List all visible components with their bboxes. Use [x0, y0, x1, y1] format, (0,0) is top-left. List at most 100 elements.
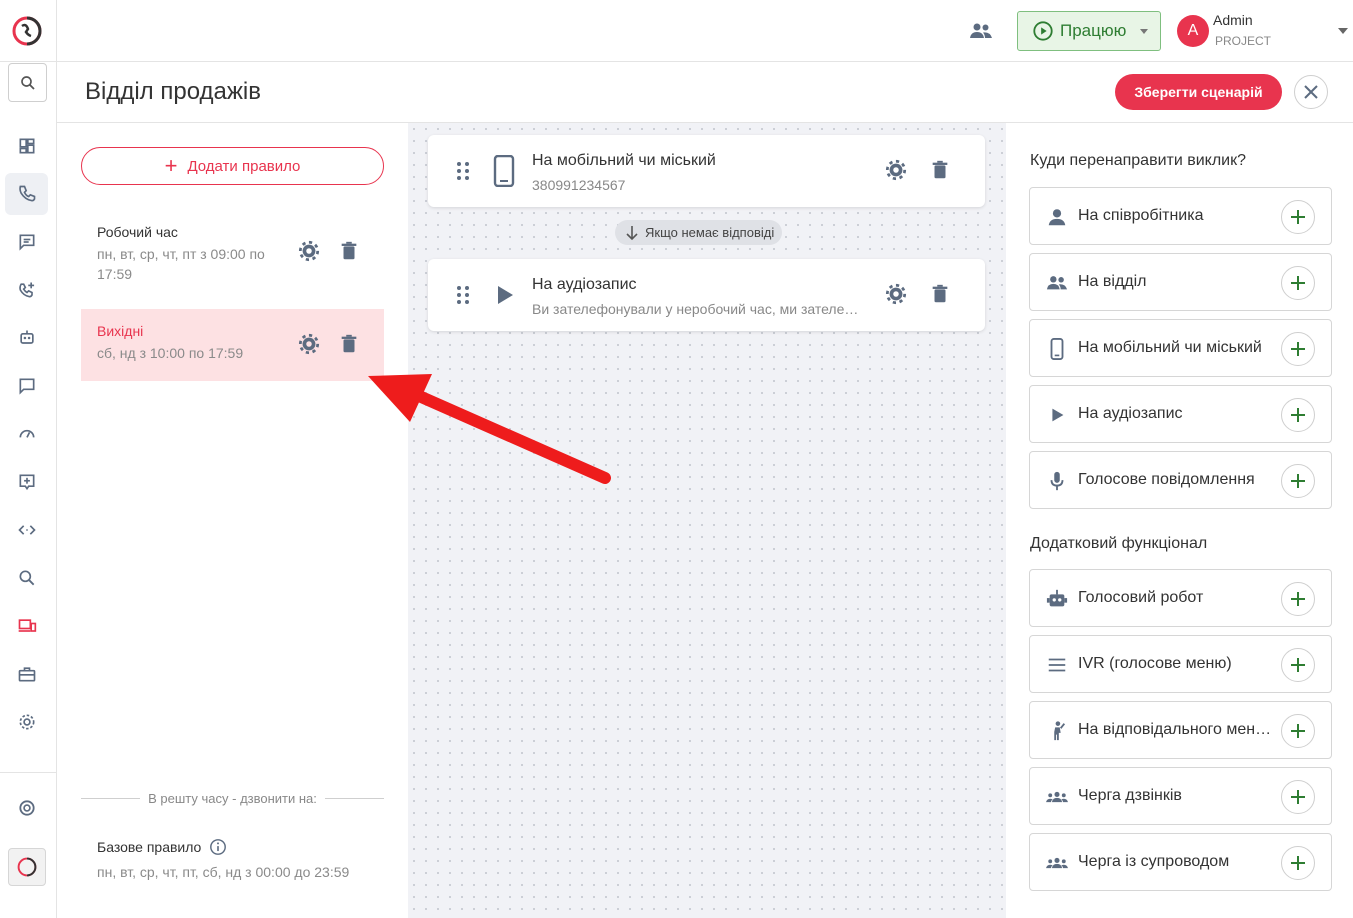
devices-icon — [18, 619, 36, 632]
user-menu-chevron-icon[interactable] — [1338, 28, 1348, 34]
target-label: Голосове повідомлення — [1078, 471, 1255, 488]
plus-icon — [1291, 276, 1305, 290]
add-target-button[interactable] — [1281, 398, 1315, 432]
nav-api[interactable] — [5, 509, 48, 551]
search-icon — [20, 75, 35, 90]
nav-divider — [0, 61, 57, 62]
rule-item-working-hours[interactable]: Робочий час пн, вт, ср, чт, пт з 09:00 п… — [81, 210, 384, 288]
avatar[interactable]: A — [1177, 15, 1209, 47]
extra-escorted-queue[interactable]: Черга із супроводом — [1029, 833, 1332, 891]
nav-messages[interactable] — [5, 365, 48, 407]
scenario-step-audio[interactable]: На аудіозапис Ви зателефонували у неробо… — [428, 259, 985, 331]
no-answer-connector: Якщо немає відповіді — [615, 220, 783, 245]
target-employee[interactable]: На співробітника — [1029, 187, 1332, 245]
nav-help[interactable] — [5, 787, 48, 829]
left-navigation — [0, 0, 57, 918]
app-logo[interactable] — [10, 14, 44, 48]
close-button[interactable] — [1294, 75, 1328, 109]
extra-responsible-manager[interactable]: На відповідального менеджера — [1029, 701, 1332, 759]
base-rule[interactable]: Базове правило пн, вт, ср, чт, пт, сб, н… — [97, 838, 349, 880]
nav-briefcase[interactable] — [5, 653, 48, 695]
scenario-canvas: На мобільний чи міський 380991234567 Якщ… — [408, 123, 1006, 918]
menu-icon — [1048, 658, 1066, 672]
dashboard-icon — [19, 138, 34, 154]
group-icon — [1046, 276, 1068, 290]
phone-icon — [18, 185, 35, 202]
scenario-step-mobile[interactable]: На мобільний чи міський 380991234567 — [428, 135, 985, 207]
gear-icon[interactable] — [885, 283, 907, 305]
status-dropdown[interactable]: Працюю — [1017, 11, 1161, 51]
target-audio[interactable]: На аудіозапис — [1029, 385, 1332, 443]
plus-icon — [1291, 790, 1305, 804]
trash-icon[interactable] — [338, 240, 360, 262]
extra-ivr[interactable]: IVR (голосове меню) — [1029, 635, 1332, 693]
save-scenario-button[interactable]: Зберегти сценарій — [1115, 74, 1282, 110]
info-icon[interactable] — [209, 838, 227, 856]
rest-time-divider: В решту часу - дзвонити на: — [81, 791, 385, 806]
add-target-button[interactable] — [1281, 266, 1315, 300]
target-mobile[interactable]: На мобільний чи міський — [1029, 319, 1332, 377]
add-target-button[interactable] — [1281, 464, 1315, 498]
mic-icon — [1050, 471, 1064, 491]
add-extra-button[interactable] — [1281, 780, 1315, 814]
nav-add-call[interactable] — [5, 269, 48, 311]
add-target-button[interactable] — [1281, 200, 1315, 234]
gear-icon[interactable] — [298, 240, 320, 262]
trash-icon[interactable] — [929, 159, 951, 181]
extra-voice-robot[interactable]: Голосовий робот — [1029, 569, 1332, 627]
extra-label: На відповідального менеджера — [1078, 721, 1274, 738]
nav-calls[interactable] — [5, 173, 48, 215]
nav-settings[interactable] — [5, 701, 48, 743]
plus-icon — [1291, 210, 1305, 224]
drag-handle-icon[interactable] — [456, 285, 470, 305]
nav-devices[interactable] — [5, 605, 48, 647]
step-subtitle: 380991234567 — [532, 177, 626, 193]
project-logo-button[interactable] — [8, 848, 46, 886]
add-target-button[interactable] — [1281, 332, 1315, 366]
nav-robot[interactable] — [5, 317, 48, 359]
nav-dashboard[interactable] — [5, 125, 48, 167]
robot-icon — [1046, 589, 1068, 607]
drag-handle-icon[interactable] — [456, 161, 470, 181]
queue-escort-icon — [1046, 857, 1068, 869]
top-bar: Працюю A Admin PROJECT — [57, 0, 1353, 62]
add-extra-button[interactable] — [1281, 648, 1315, 682]
plus-icon — [1291, 408, 1305, 422]
rule-name: Робочий час — [97, 224, 178, 240]
status-label: Працюю — [1060, 21, 1127, 40]
trash-icon[interactable] — [929, 283, 951, 305]
extra-call-queue[interactable]: Черга дзвінків — [1029, 767, 1332, 825]
chat-icon — [19, 234, 34, 251]
rule-schedule: сб, нд з 10:00 по 17:59 — [97, 345, 244, 361]
base-rule-schedule: пн, вт, ср, чт, пт, сб, нд з 00:00 до 23… — [97, 864, 350, 880]
plus-icon — [1291, 724, 1305, 738]
add-extra-button[interactable] — [1281, 846, 1315, 880]
trash-icon[interactable] — [338, 333, 360, 355]
code-icon — [17, 525, 36, 535]
add-extra-button[interactable] — [1281, 714, 1315, 748]
nav-plugins[interactable] — [5, 461, 48, 503]
gear-icon[interactable] — [298, 333, 320, 355]
nav-chats[interactable] — [5, 221, 48, 263]
plus-icon — [1291, 342, 1305, 356]
nav-speed[interactable] — [5, 413, 48, 455]
add-extra-button[interactable] — [1281, 582, 1315, 616]
nav-search[interactable] — [5, 557, 48, 599]
rule-item-weekends[interactable]: Вихідні сб, нд з 10:00 по 17:59 — [81, 309, 384, 381]
briefcase-icon — [18, 667, 35, 682]
team-icon[interactable] — [969, 20, 993, 42]
extra-label: Голосовий робот — [1078, 589, 1204, 606]
app-logo-icon — [17, 857, 37, 877]
step-subtitle: Ви зателефонували у неробочий час, ми за… — [532, 301, 867, 317]
gear-icon[interactable] — [885, 159, 907, 181]
lifebuoy-icon — [18, 800, 35, 816]
target-voicemail[interactable]: Голосове повідомлення — [1029, 451, 1332, 509]
rest-time-label: В решту часу - дзвонити на: — [148, 791, 317, 806]
extra-label: Черга із супроводом — [1078, 853, 1230, 870]
target-label: На відділ — [1078, 273, 1147, 290]
nav-search-button[interactable] — [8, 63, 47, 102]
target-department[interactable]: На відділ — [1029, 253, 1332, 311]
user-project: PROJECT — [1215, 34, 1272, 48]
target-label: На співробітника — [1078, 207, 1204, 224]
add-rule-button[interactable]: + Додати правило — [81, 147, 384, 185]
